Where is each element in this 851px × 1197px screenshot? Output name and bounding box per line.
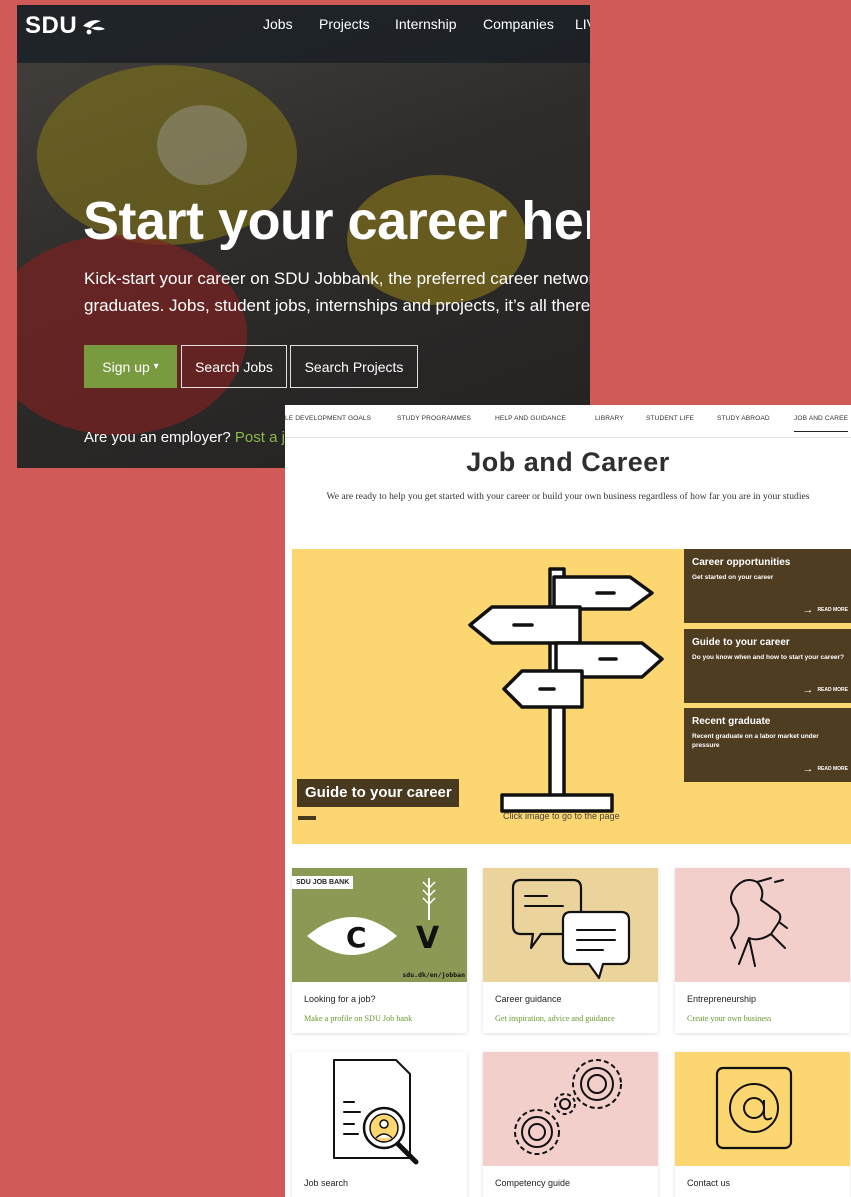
tile-link[interactable]: Get inspiration, advice and guidance bbox=[495, 1014, 615, 1023]
search-projects-button[interactable]: Search Projects bbox=[290, 345, 418, 388]
side-box-text: Do you know when and how to start your c… bbox=[692, 654, 845, 661]
nav-study-abroad[interactable]: STUDY ABROAD bbox=[717, 415, 770, 422]
tile-title: Competency guide bbox=[495, 1178, 571, 1188]
gears-icon bbox=[483, 1052, 658, 1166]
rearing-horse-icon bbox=[675, 868, 850, 982]
nav-student-life[interactable]: STUDENT LIFE bbox=[646, 415, 694, 422]
tile-title: Looking for a job? bbox=[304, 994, 376, 1004]
nav-study-programmes[interactable]: STUDY PROGRAMMES bbox=[397, 415, 471, 422]
nav-help-guidance[interactable]: HELP AND GUIDANCE bbox=[495, 415, 566, 422]
signpost-icon bbox=[468, 567, 664, 813]
document-magnifier-icon bbox=[292, 1052, 467, 1166]
nav-internship[interactable]: Internship bbox=[395, 16, 456, 32]
tile-title: Job search bbox=[304, 1178, 349, 1188]
search-jobs-button[interactable]: Search Jobs bbox=[181, 345, 287, 388]
tile-competency-guide[interactable]: Competency guide bbox=[483, 1052, 658, 1197]
leaf-icon bbox=[83, 20, 106, 35]
employer-line: Are you an employer? Post a jo bbox=[84, 429, 293, 446]
side-box-text: Get started on your career bbox=[692, 574, 774, 581]
tile-title: Career guidance bbox=[495, 994, 562, 1004]
employer-text: Are you an employer? bbox=[84, 429, 231, 446]
career-banner[interactable]: Guide to your career Click image to go t… bbox=[292, 549, 851, 844]
tile-entrepreneurship[interactable]: Entrepreneurship Create your own busines… bbox=[675, 868, 850, 1033]
jobbank-url: sdu.dk/en/jobban bbox=[402, 971, 465, 979]
cv-eye-icon: SDU JOB BANK C V sdu.dk/en/jobban bbox=[292, 868, 467, 982]
jobbank-screenshot: SDU Jobs Projects Internship Companies L… bbox=[17, 5, 590, 468]
side-box-title: Career opportunities bbox=[692, 557, 791, 568]
tile-link[interactable]: Make a profile on SDU Job bank bbox=[304, 1014, 412, 1023]
tile-career-guidance[interactable]: Career guidance Get inspiration, advice … bbox=[483, 868, 658, 1033]
side-box-guide-career[interactable]: Guide to your career Do you know when an… bbox=[684, 629, 851, 703]
read-more-link[interactable]: → READ MORE bbox=[802, 684, 848, 696]
page-intro: We are ready to help you get started wit… bbox=[326, 491, 810, 502]
hero-subtitle-line: graduates. Jobs, student jobs, internshi… bbox=[84, 296, 590, 315]
at-sign-icon bbox=[675, 1052, 850, 1166]
career-page-screenshot: LE DEVELOPMENT GOALS STUDY PROGRAMMES HE… bbox=[285, 405, 851, 1197]
cv-letter-v: V bbox=[416, 921, 440, 956]
arrow-right-icon: → bbox=[802, 604, 814, 616]
tile-title: Contact us bbox=[687, 1178, 731, 1188]
speech-bubbles-icon bbox=[483, 868, 658, 982]
arrow-right-icon: → bbox=[802, 684, 814, 696]
side-box-text: Recent graduate on a labor market under … bbox=[692, 733, 819, 749]
signup-label: Sign up bbox=[102, 358, 150, 375]
read-more-link[interactable]: → READ MORE bbox=[802, 763, 848, 775]
nav-library[interactable]: LIBRARY bbox=[595, 415, 624, 422]
tile-title: Entrepreneurship bbox=[687, 994, 757, 1004]
banner-caption: Click image to go to the page bbox=[503, 811, 620, 821]
banner-label[interactable]: Guide to your career bbox=[297, 779, 459, 807]
banner-dash bbox=[298, 816, 316, 820]
sdu-logo[interactable]: SDU bbox=[25, 12, 107, 40]
tile-link[interactable]: Create your own business bbox=[687, 1014, 771, 1023]
arrow-right-icon: → bbox=[802, 763, 814, 775]
tile-contact-us[interactable]: Contact us bbox=[675, 1052, 850, 1197]
jobbank-navbar: SDU Jobs Projects Internship Companies L… bbox=[17, 5, 590, 63]
hero-subtitle: Kick-start your career on SDU Jobbank, t… bbox=[84, 265, 590, 319]
side-box-career-opportunities[interactable]: Career opportunities Get started on your… bbox=[684, 549, 851, 623]
hero-title: Start your career here bbox=[83, 191, 590, 251]
tile-job-search[interactable]: Job search bbox=[292, 1052, 467, 1197]
nav-sustainable-goals[interactable]: LE DEVELOPMENT GOALS bbox=[285, 415, 371, 422]
nav-jobs[interactable]: Jobs bbox=[263, 16, 293, 32]
side-box-title: Recent graduate bbox=[692, 716, 771, 727]
top-navigation: LE DEVELOPMENT GOALS STUDY PROGRAMMES HE… bbox=[285, 405, 851, 438]
side-box-title: Guide to your career bbox=[692, 637, 790, 648]
nav-companies[interactable]: Companies bbox=[483, 16, 554, 32]
logo-text: SDU bbox=[25, 12, 78, 39]
hero-subtitle-line: Kick-start your career on SDU Jobbank, t… bbox=[84, 269, 590, 288]
tile-looking-for-job[interactable]: SDU JOB BANK C V sdu.dk/en/jobban Lookin… bbox=[292, 868, 467, 1033]
nav-projects[interactable]: Projects bbox=[319, 16, 370, 32]
nav-job-career[interactable]: JOB AND CAREE bbox=[794, 415, 849, 432]
nav-live[interactable]: LIV bbox=[575, 16, 590, 32]
side-box-recent-graduate[interactable]: Recent graduate Recent graduate on a lab… bbox=[684, 708, 851, 782]
signup-button[interactable]: Sign up ▾ bbox=[84, 345, 177, 388]
page-title: Job and Career bbox=[466, 447, 670, 477]
cv-letter-c: C bbox=[346, 921, 367, 954]
read-more-link[interactable]: → READ MORE bbox=[802, 604, 848, 616]
caret-down-icon: ▾ bbox=[153, 361, 159, 372]
